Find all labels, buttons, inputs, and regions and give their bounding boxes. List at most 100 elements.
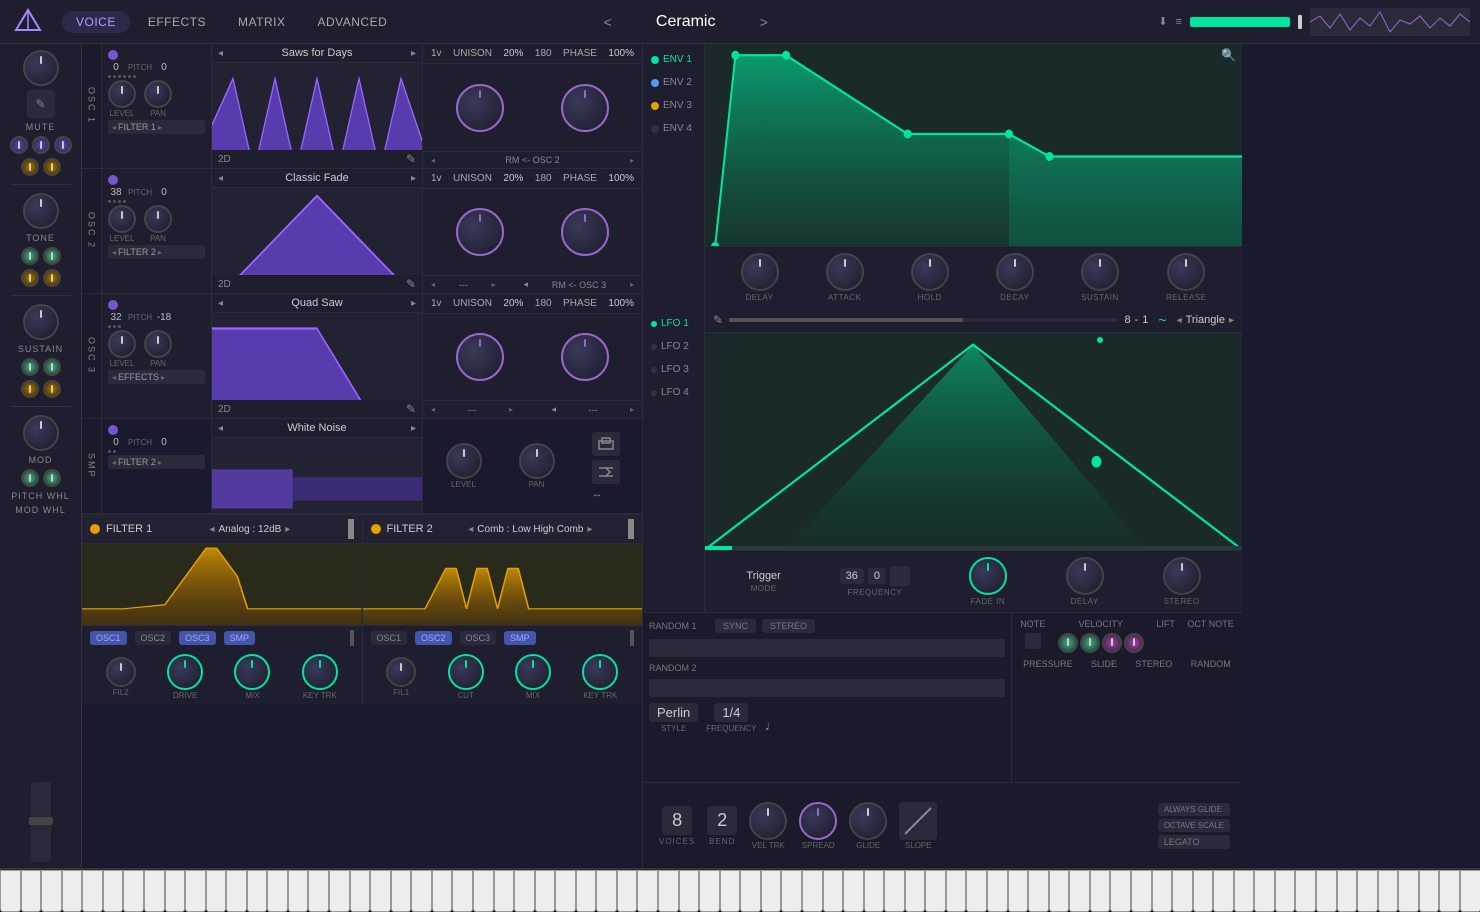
osc1-filter-row[interactable]: ◂ FILTER 1 ▸ — [108, 120, 205, 134]
piano-key-36[interactable] — [740, 870, 761, 912]
tone-knob[interactable] — [23, 193, 59, 229]
tab-effects[interactable]: EFFECTS — [134, 11, 220, 33]
osc2-filter-row[interactable]: ◂ FILTER 2 ▸ — [108, 245, 205, 259]
osc2-rm-prev[interactable]: ◂ — [431, 280, 435, 289]
lfo-fadein-knob[interactable] — [969, 557, 1007, 595]
lfo-shape-next[interactable]: ▸ — [1229, 315, 1234, 326]
vel-k3[interactable] — [1102, 633, 1122, 653]
filter2-smp[interactable]: SMP — [504, 631, 536, 645]
osc1-rm-next[interactable]: ▸ — [630, 156, 634, 165]
piano-key-51[interactable] — [1049, 870, 1070, 912]
sust-k2[interactable] — [43, 358, 61, 376]
piano-key-25[interactable] — [514, 870, 535, 912]
env-search-icon[interactable]: 🔍 — [1221, 48, 1236, 62]
piano-key-11[interactable] — [226, 870, 247, 912]
osc2-pan-knob[interactable] — [144, 205, 172, 233]
piano-key-1[interactable] — [21, 870, 42, 912]
filter1-mix-knob[interactable] — [234, 654, 270, 690]
piano-key-40[interactable] — [823, 870, 844, 912]
octave-scale-btn[interactable]: OCTAVE SCALE — [1158, 819, 1230, 832]
main-knob-1[interactable] — [23, 50, 59, 86]
random2-bar[interactable] — [649, 679, 1005, 697]
always-glide-btn[interactable]: ALWAYS GLIDE — [1158, 803, 1230, 816]
sust-k4[interactable] — [43, 380, 61, 398]
osc3-filter-next[interactable]: ▸ — [161, 373, 165, 382]
filter2-next[interactable]: ▸ — [587, 524, 592, 535]
piano-key-14[interactable] — [288, 870, 309, 912]
osc2-level-knob[interactable] — [108, 205, 136, 233]
lfo-rate-slider[interactable] — [729, 318, 1118, 322]
piano-key-20[interactable] — [411, 870, 432, 912]
vel-trk-knob[interactable] — [749, 802, 787, 840]
smp-load-icon[interactable] — [592, 432, 620, 456]
piano-key-43[interactable] — [884, 870, 905, 912]
piano-key-5[interactable] — [103, 870, 124, 912]
piano-key-52[interactable] — [1069, 870, 1090, 912]
piano-key-24[interactable] — [494, 870, 515, 912]
filter1-smp[interactable]: SMP — [224, 631, 256, 645]
filter2-fil1-knob[interactable] — [386, 657, 416, 687]
osc1-pan-knob[interactable] — [144, 80, 172, 108]
piano-key-53[interactable] — [1090, 870, 1111, 912]
mute-knob-3[interactable] — [54, 136, 72, 154]
glide-knob[interactable] — [849, 802, 887, 840]
osc3-pitch-right[interactable]: -18 — [156, 312, 172, 323]
smp-arrows-icon[interactable]: ↔ — [592, 488, 620, 500]
piano-key-30[interactable] — [617, 870, 638, 912]
piano-key-49[interactable] — [1008, 870, 1029, 912]
lfo-shape-prev[interactable]: ◂ — [1177, 315, 1182, 326]
osc3-wave-prev[interactable]: ◂ — [218, 298, 223, 309]
lfo-freq-v2[interactable]: 0 — [868, 568, 886, 584]
osc1-level-knob[interactable] — [108, 80, 136, 108]
tone-k3[interactable] — [21, 269, 39, 287]
env-decay-knob[interactable] — [996, 253, 1034, 291]
slope-display[interactable] — [899, 802, 937, 840]
piano-key-16[interactable] — [329, 870, 350, 912]
sustain-knob[interactable] — [23, 304, 59, 340]
filter2-cut-knob[interactable] — [448, 654, 484, 690]
env-delay-knob[interactable] — [741, 253, 779, 291]
lfo-shape-icon[interactable]: ~ — [1158, 312, 1166, 328]
osc1-uni-knob[interactable] — [456, 84, 504, 132]
piano-key-45[interactable] — [925, 870, 946, 912]
vel-k4[interactable] — [1124, 633, 1144, 653]
lfo-delay-knob[interactable] — [1066, 557, 1104, 595]
filter1-enable[interactable] — [90, 524, 100, 534]
filter1-drive-knob[interactable] — [167, 654, 203, 690]
piano-key-71[interactable] — [1460, 870, 1480, 912]
filter1-resize-btn[interactable] — [350, 630, 354, 646]
filter2-osc2[interactable]: OSC2 — [415, 631, 452, 645]
random1-bar[interactable] — [649, 639, 1005, 657]
osc2-pitch-left[interactable]: 38 — [108, 187, 124, 198]
piano-key-58[interactable] — [1193, 870, 1214, 912]
vel-k1[interactable] — [1058, 633, 1078, 653]
piano-key-50[interactable] — [1028, 870, 1049, 912]
piano-key-12[interactable] — [247, 870, 268, 912]
osc1-pitch-right[interactable]: 0 — [156, 62, 172, 73]
piano-key-17[interactable] — [350, 870, 371, 912]
smp-wave-prev[interactable]: ◂ — [218, 423, 223, 434]
piano-key-67[interactable] — [1378, 870, 1399, 912]
piano-key-55[interactable] — [1131, 870, 1152, 912]
legato-btn[interactable]: LEGATO — [1158, 835, 1230, 849]
piano-key-35[interactable] — [720, 870, 741, 912]
lfo3-tab[interactable]: LFO 3 — [643, 360, 704, 379]
filter1-keytrk-knob[interactable] — [302, 654, 338, 690]
piano-key-3[interactable] — [62, 870, 83, 912]
osc3-pitch-left[interactable]: 32 — [108, 312, 124, 323]
smp-shuffle-icon[interactable] — [592, 460, 620, 484]
osc3-uni-knob[interactable] — [456, 333, 504, 381]
osc1-filter-next[interactable]: ▸ — [158, 123, 162, 132]
piano-key-57[interactable] — [1172, 870, 1193, 912]
preset-prev-btn[interactable]: < — [598, 12, 618, 32]
osc2-filter-next[interactable]: ▸ — [158, 248, 162, 257]
filter1-fil2-knob[interactable] — [106, 657, 136, 687]
env-release-knob[interactable] — [1167, 253, 1205, 291]
piano-key-56[interactable] — [1152, 870, 1173, 912]
random1-sync-btn[interactable]: SYNC — [715, 619, 756, 633]
filter2-mix-knob[interactable] — [515, 654, 551, 690]
piano-key-7[interactable] — [144, 870, 165, 912]
lfo-stereo-knob[interactable] — [1163, 557, 1201, 595]
osc3-wave-next[interactable]: ▸ — [411, 298, 416, 309]
osc2-phase-knob[interactable] — [561, 208, 609, 256]
